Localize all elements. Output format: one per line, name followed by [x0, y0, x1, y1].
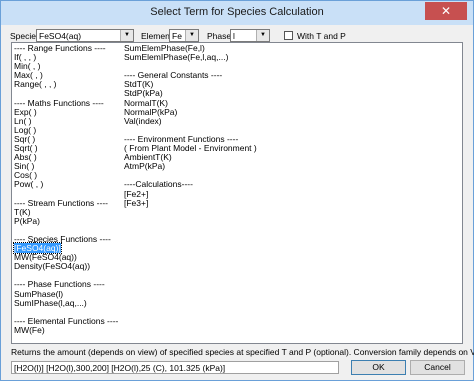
list-item[interactable]: [Fe3+] [124, 197, 257, 208]
species-value: FeSO4(aq) [39, 31, 82, 41]
list-item-label: MW(Fe) [14, 324, 45, 335]
list-item[interactable]: Density(FeSO4(aq)) [14, 262, 118, 271]
list-item-label: Density(FeSO4(aq)) [14, 261, 91, 272]
list-item[interactable]: AtmP(kPa) [124, 162, 257, 171]
phase-label: Phase [207, 31, 232, 41]
with-t-and-p-label: With T and P [297, 31, 346, 41]
chevron-down-icon[interactable]: ▼ [120, 30, 133, 41]
list-item[interactable]: Range( , , ) [14, 80, 118, 89]
phase-value: l [233, 31, 235, 41]
cancel-button[interactable]: Cancel [410, 360, 465, 375]
function-list[interactable]: ---- Range Functions ---- If( , , ) Min( ,… [11, 42, 463, 344]
list-item[interactable]: P(kPa) [14, 215, 118, 226]
list-item-label: [Fe3+] [124, 197, 149, 208]
ok-button[interactable]: OK [351, 360, 406, 375]
chevron-down-icon[interactable]: ▼ [256, 30, 269, 41]
with-t-and-p-checkbox[interactable] [284, 31, 293, 40]
element-dropdown[interactable]: Fe ▼ [169, 29, 199, 42]
list-item[interactable]: SumIPhase(l,aq,...) [14, 297, 118, 308]
element-label: Element [141, 31, 173, 41]
list-item[interactable]: Pow( , ) [14, 180, 118, 189]
list-item[interactable]: MW(Fe) [14, 324, 118, 335]
list-item-label: Range( , , ) [14, 79, 57, 90]
list-item-label: AtmP(kPa) [124, 161, 166, 172]
function-list-column-1: ---- Range Functions ---- If( , , ) Min( ,… [13, 43, 118, 335]
example-syntax-field: [H2O(l)] [H2O(l),300,200] [H2O(l),25 (C)… [11, 361, 339, 374]
list-item-label: Pow( , ) [14, 179, 44, 190]
function-list-column-2: SumElemPhase(Fe,l) SumElemIPhase(Fe,l,aq,… [124, 43, 257, 208]
element-value: Fe [172, 31, 182, 41]
list-item[interactable]: SumElemIPhase(Fe,l,aq,...) [124, 53, 257, 62]
list-item-label: SumIPhase(l,aq,...) [14, 297, 87, 308]
species-dropdown[interactable]: FeSO4(aq) ▼ [36, 29, 134, 42]
phase-dropdown[interactable]: l ▼ [230, 29, 270, 42]
list-item-label: SumElemIPhase(Fe,l,aq,...) [124, 52, 229, 63]
list-item[interactable]: Val(index) [124, 115, 257, 126]
list-item-label: P(kPa) [14, 215, 40, 226]
description-text: Returns the amount (depends on view) of … [11, 347, 474, 357]
close-button[interactable]: ✕ [425, 2, 467, 20]
dialog-window: Select Term for Species Calculation ✕ Sp… [0, 0, 474, 381]
window-title: Select Term for Species Calculation [150, 6, 324, 18]
title-bar[interactable]: Select Term for Species Calculation ✕ [1, 1, 473, 25]
list-item-label: Val(index) [124, 115, 162, 126]
chevron-down-icon[interactable]: ▼ [185, 30, 198, 41]
